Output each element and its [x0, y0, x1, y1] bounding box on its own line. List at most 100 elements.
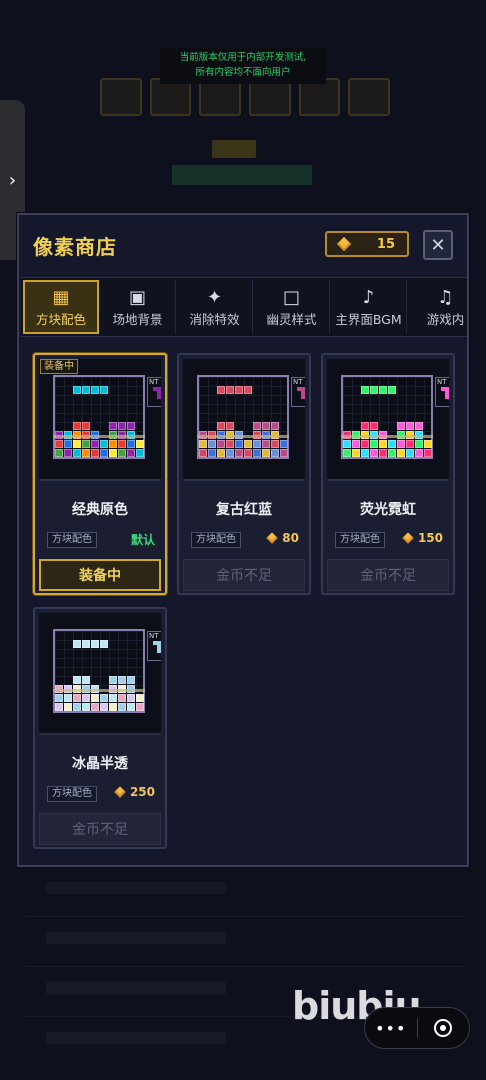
tetromino-block: [118, 422, 126, 430]
insufficient-coins-button[interactable]: 金币不足: [183, 559, 305, 591]
tetromino-block: [91, 386, 99, 394]
tab-3[interactable]: □ 幽灵样式: [254, 280, 330, 334]
tetromino-block: [127, 676, 135, 684]
tetromino-block: [388, 449, 396, 457]
tetromino-block: [271, 422, 279, 430]
tab-label: 幽灵样式: [266, 311, 317, 327]
tetromino-block: [118, 703, 126, 711]
tetromino-block: [73, 449, 81, 457]
next-piece-box: NT: [147, 377, 161, 407]
category-tabs: ▦ 方块配色 ▣ 场地背景 ✦ 消除特效 □ 幽灵样式 ♪ 主界面BGM ♫ 游戏内: [21, 277, 467, 337]
tetromino-block: [415, 440, 423, 448]
next-label: NT: [149, 632, 159, 640]
item-category-tag: 方块配色: [335, 532, 385, 548]
tetromino-block: [127, 694, 135, 702]
tetromino-block: [253, 422, 261, 430]
tetromino-block: [361, 422, 369, 430]
equipped-badge: 装备中: [40, 359, 78, 374]
tab-4[interactable]: ♪ 主界面BGM: [331, 280, 407, 334]
tetromino-block: [100, 386, 108, 394]
item-name: 冰晶半透: [72, 756, 128, 772]
tab-label: 游戏内: [426, 311, 465, 327]
tab-2[interactable]: ✦ 消除特效: [177, 280, 253, 334]
tetromino-block: [55, 694, 63, 702]
tetromino-block: [361, 386, 369, 394]
tab-label: 主界面BGM: [335, 311, 402, 327]
mini-program-capsule: •••: [364, 1007, 470, 1049]
tetromino-block: [271, 449, 279, 457]
tetromino-block: [226, 386, 234, 394]
tetromino-block: [397, 422, 405, 430]
tetromino-block: [379, 440, 387, 448]
tetromino-block: [91, 640, 99, 648]
tetromino-block: [217, 386, 225, 394]
tetromino-block: [406, 449, 414, 457]
coin-gem-icon: [402, 532, 414, 544]
tetromino-block: [109, 676, 117, 684]
close-button[interactable]: ✕: [423, 230, 453, 260]
tetromino-block: [127, 440, 135, 448]
tab-5[interactable]: ♫ 游戏内: [408, 280, 467, 334]
music-note-icon: ♪: [362, 286, 375, 308]
clear-line-bar: [197, 435, 289, 438]
tetromino-block: [73, 694, 81, 702]
tetromino-block: [343, 449, 351, 457]
tetromino-block: [424, 449, 432, 457]
tetromino-block: [82, 449, 90, 457]
tetromino-block: [136, 694, 144, 702]
background-row: [26, 916, 466, 967]
shop-item-card[interactable]: NT 复古红蓝 方块配色 80 金币不足: [177, 353, 311, 595]
tetromino-block: [253, 440, 261, 448]
tetromino-block: [73, 440, 81, 448]
tetromino-block: [361, 440, 369, 448]
item-category-tag: 方块配色: [191, 532, 241, 548]
tab-0[interactable]: ▦ 方块配色: [23, 280, 99, 334]
tetromino-block: [55, 440, 63, 448]
tetromino-block: [208, 449, 216, 457]
tab-label: 消除特效: [189, 311, 240, 327]
tetromino-block: [82, 386, 90, 394]
tetromino-block: [82, 703, 90, 711]
tetromino-block: [118, 440, 126, 448]
insufficient-coins-button[interactable]: 金币不足: [327, 559, 449, 591]
tetromino-block: [406, 440, 414, 448]
tetromino-block: [208, 440, 216, 448]
tetromino-block: [235, 386, 243, 394]
item-name: 荧光霓虹: [360, 502, 416, 518]
frame-square-icon: ▣: [128, 286, 146, 308]
next-label: NT: [149, 378, 159, 386]
clear-line-bar: [53, 689, 145, 692]
tetromino-block: [55, 703, 63, 711]
tetromino-block: [415, 422, 423, 430]
tetromino-block: [244, 440, 252, 448]
shop-item-card[interactable]: NT 冰晶半透 方块配色 250 金币不足: [33, 607, 167, 849]
tetromino-block: [352, 440, 360, 448]
more-menu-button[interactable]: •••: [365, 1019, 417, 1038]
tetromino-block: [100, 703, 108, 711]
tetromino-block: [127, 422, 135, 430]
insufficient-coins-button[interactable]: 金币不足: [39, 813, 161, 845]
tetromino-block: [73, 676, 81, 684]
tetromino-block: [388, 386, 396, 394]
clear-line-bar: [341, 435, 433, 438]
tetromino-block: [226, 449, 234, 457]
tetromino-block: [91, 694, 99, 702]
tetromino-block: [136, 703, 144, 711]
tetromino-block: [91, 449, 99, 457]
shop-item-card[interactable]: NT 装备中 经典原色 方块配色 默认 装备中: [33, 353, 167, 595]
close-miniprogram-button[interactable]: [417, 1019, 469, 1037]
tetromino-block: [343, 440, 351, 448]
equipped-button[interactable]: 装备中: [39, 559, 161, 591]
tetromino-block: [379, 449, 387, 457]
item-price: 250: [114, 785, 155, 799]
tetromino-block: [109, 449, 117, 457]
coin-count: 15: [376, 236, 395, 252]
pixel-shop-modal: 像素商店 15 ✕ ▦ 方块配色 ▣ 场地背景 ✦ 消除特效 □ 幽灵样式 ♪ 主界面BGM ♫ 游戏…: [17, 213, 469, 867]
tetromino-block: [127, 703, 135, 711]
tetromino-block: [370, 440, 378, 448]
tetromino-block: [136, 440, 144, 448]
tetromino-block: [397, 449, 405, 457]
tab-1[interactable]: ▣ 场地背景: [100, 280, 176, 334]
shop-item-card[interactable]: NT 荧光霓虹 方块配色 150 金币不足: [321, 353, 455, 595]
target-icon: [434, 1019, 453, 1037]
